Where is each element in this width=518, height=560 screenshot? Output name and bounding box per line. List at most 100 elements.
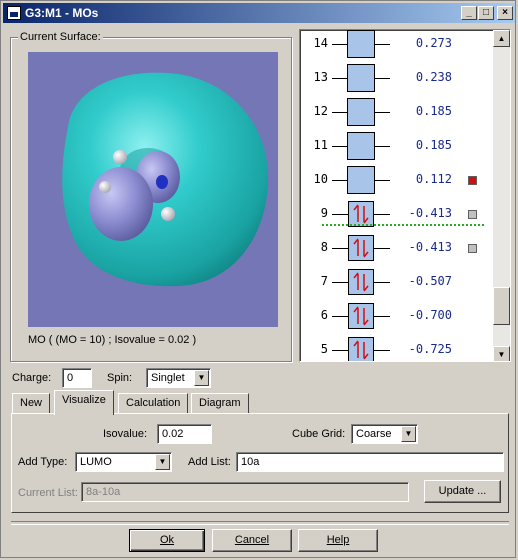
mo-row[interactable]: 5 -0.725 <box>300 334 490 361</box>
add-type-label: Add Type: <box>18 456 68 468</box>
mo-number: 11 <box>313 138 328 152</box>
listed-surface-marker[interactable] <box>468 244 477 253</box>
current-surface-label: Current Surface: <box>18 31 103 43</box>
mo-energy: -0.413 <box>408 240 452 254</box>
mo-row[interactable]: 9 -0.413 <box>300 198 490 232</box>
scroll-up-arrow-icon[interactable]: ▲ <box>493 30 510 47</box>
virtual-orbital-box[interactable] <box>347 64 375 92</box>
electron-pair-icon <box>353 204 369 224</box>
occupied-orbital-box[interactable] <box>348 235 374 261</box>
footer-separator <box>11 521 509 525</box>
charge-input[interactable]: 0 <box>62 368 92 388</box>
electron-pair-icon <box>353 272 369 292</box>
mo-list[interactable]: 14 0.273 13 0.238 12 0.185 11 0.185 10 0.112 9 -0.4… <box>299 29 511 362</box>
occupied-orbital-box[interactable] <box>348 269 374 295</box>
mo-row[interactable]: 11 0.185 <box>300 130 490 164</box>
mo-row[interactable]: 12 0.185 <box>300 96 490 130</box>
isovalue-input[interactable]: 0.02 <box>157 424 212 444</box>
central-lobe <box>89 167 153 241</box>
chevron-down-icon[interactable]: ▼ <box>155 454 170 470</box>
occupied-orbital-box[interactable] <box>348 337 374 361</box>
selected-surface-marker[interactable] <box>468 176 477 185</box>
mo-number: 5 <box>320 342 328 356</box>
hydrogen-atom <box>99 181 111 193</box>
scroll-down-arrow-icon[interactable]: ▼ <box>493 346 510 361</box>
tab-calculation[interactable]: Calculation <box>118 393 189 413</box>
spin-label: Spin: <box>107 372 133 384</box>
mo-energy: -0.507 <box>408 274 452 288</box>
cancel-button[interactable]: Cancel <box>212 529 292 552</box>
ok-button[interactable]: Ok <box>129 529 205 552</box>
mo-number: 10 <box>313 172 328 186</box>
add-list-input[interactable]: 10a <box>236 452 504 472</box>
electron-pair-icon <box>353 340 369 360</box>
ok-label: Ok <box>159 534 175 546</box>
spin-value: Singlet <box>151 372 185 384</box>
mo-energy: 0.185 <box>415 138 452 152</box>
mo-row[interactable]: 13 0.238 <box>300 62 490 96</box>
isosurface-render <box>62 72 268 287</box>
mo-number: 6 <box>320 308 328 322</box>
mo-row[interactable]: 14 0.273 <box>300 30 490 62</box>
visualize-panel: Isovalue: 0.02 Cube Grid: Coarse ▼ Add T… <box>11 413 509 513</box>
electron-pair-icon <box>353 306 369 326</box>
virtual-orbital-box[interactable] <box>347 98 375 126</box>
isovalue-label: Isovalue: <box>103 428 148 440</box>
mo-row[interactable]: 6 -0.700 <box>300 300 490 334</box>
spin-select[interactable]: Singlet ▼ <box>146 368 211 388</box>
tab-diagram[interactable]: Diagram <box>191 393 249 413</box>
add-type-select[interactable]: LUMO ▼ <box>75 452 172 472</box>
maximize-button[interactable]: □ <box>478 6 494 20</box>
tab-new[interactable]: New <box>12 393 51 413</box>
title-bar[interactable]: G3:M1 - MOs _ □ × <box>3 3 515 23</box>
mo-row[interactable]: 10 0.112 <box>300 164 490 198</box>
mo-energy: 0.185 <box>415 104 452 118</box>
mo-scrollbar[interactable]: ▲ ▼ <box>493 30 510 361</box>
orbital-isosurface-view[interactable] <box>28 52 278 327</box>
add-list-label: Add List: <box>188 456 231 468</box>
chevron-down-icon[interactable]: ▼ <box>194 370 209 386</box>
mo-number: 13 <box>313 70 328 84</box>
occupied-orbital-box[interactable] <box>348 303 374 329</box>
mo-number: 12 <box>313 104 328 118</box>
help-label: Help <box>326 534 350 546</box>
chevron-down-icon[interactable]: ▼ <box>401 426 416 442</box>
current-list-field: 8a-10a <box>81 482 409 502</box>
cube-grid-label: Cube Grid: <box>292 428 346 440</box>
current-list-label: Current List: <box>18 487 78 499</box>
mo-energy: 0.273 <box>415 36 452 50</box>
tab-visualize[interactable]: Visualize <box>54 390 114 415</box>
mo-window: G3:M1 - MOs _ □ × Current Surface: MO (… <box>0 0 516 558</box>
app-icon <box>7 6 21 20</box>
mo-number: 8 <box>320 240 328 254</box>
virtual-orbital-box[interactable] <box>347 132 375 160</box>
hydrogen-atom <box>113 150 127 164</box>
listed-surface-marker[interactable] <box>468 210 477 219</box>
mo-number: 14 <box>313 36 328 50</box>
cancel-label: Cancel <box>234 534 270 546</box>
mo-energy: -0.700 <box>408 308 452 322</box>
minimize-button[interactable]: _ <box>461 6 477 20</box>
mo-energy: -0.413 <box>408 206 452 220</box>
mo-energy: 0.238 <box>415 70 452 84</box>
mo-number: 9 <box>320 206 328 220</box>
hydrogen-atom <box>161 207 175 221</box>
mo-row[interactable]: 7 -0.507 <box>300 266 490 300</box>
add-type-value: LUMO <box>80 456 112 468</box>
homo-lumo-separator <box>322 224 484 226</box>
virtual-orbital-box[interactable] <box>347 30 375 58</box>
scroll-thumb[interactable] <box>493 287 510 325</box>
window-title: G3:M1 - MOs <box>25 6 99 20</box>
charge-label: Charge: <box>12 372 52 384</box>
cube-grid-value: Coarse <box>356 428 392 440</box>
cube-grid-select[interactable]: Coarse ▼ <box>351 424 418 444</box>
close-button[interactable]: × <box>497 6 513 20</box>
help-button[interactable]: Help <box>298 529 378 552</box>
surface-caption: MO ( (MO = 10) ; Isovalue = 0.02 ) <box>28 334 197 346</box>
mo-number: 7 <box>320 274 328 288</box>
mo-energy: -0.725 <box>408 342 452 356</box>
virtual-orbital-box[interactable] <box>347 166 375 194</box>
mo-energy: 0.112 <box>415 172 452 186</box>
update-button[interactable]: Update ... <box>424 480 501 503</box>
mo-row[interactable]: 8 -0.413 <box>300 232 490 266</box>
